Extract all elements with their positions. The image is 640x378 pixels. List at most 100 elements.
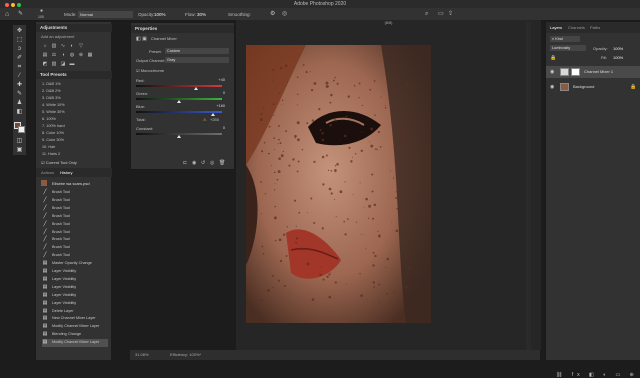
brightness-adjustment-icon[interactable]: ☼ <box>42 43 48 49</box>
history-item[interactable]: ▤ Layer Visibility <box>42 276 108 284</box>
tool-preset-item[interactable]: 9. Color 30% <box>42 138 64 142</box>
tool-preset-item[interactable]: 2. D&B 2% <box>42 89 61 93</box>
history-item[interactable]: ▤ Layer Visibility <box>42 292 108 300</box>
delete-icon[interactable]: 🗑 <box>219 160 225 166</box>
levels-adjustment-icon[interactable]: ▥ <box>51 43 57 49</box>
curves-adjustment-icon[interactable]: ∿ <box>60 43 66 49</box>
threshold-adjustment-icon[interactable]: ◪ <box>60 61 66 67</box>
monochrome-checkbox[interactable]: ☑ Monochrome <box>136 68 164 73</box>
layer-opacity-value[interactable]: 100% <box>613 46 623 51</box>
screen-mode-icon[interactable]: ▣ <box>15 146 24 154</box>
tab-history[interactable]: History <box>60 170 72 175</box>
slider-track[interactable] <box>136 85 222 87</box>
tab-paths[interactable]: Paths <box>590 25 600 30</box>
history-snapshot-name[interactable]: Elisebe wa scars.psd <box>52 181 90 186</box>
quick-select-tool-icon[interactable]: ✐ <box>15 54 24 62</box>
history-item[interactable]: ╱ Brush Tool <box>42 236 108 244</box>
slider-value[interactable]: 0 <box>211 91 225 95</box>
preset-dropdown[interactable]: Custom <box>165 48 229 54</box>
history-item[interactable]: ▤ Master Opacity Change <box>42 260 108 268</box>
history-item[interactable]: ╱ Brush Tool <box>42 229 108 237</box>
layer-mask-thumbnail[interactable] <box>571 68 580 76</box>
slider-value[interactable]: +160 <box>211 104 225 108</box>
brush-tool-icon-active[interactable]: ✎ <box>15 90 24 98</box>
posterize-adjustment-icon[interactable]: ▨ <box>51 61 57 67</box>
reset-icon[interactable]: ↺ <box>201 160 205 166</box>
lock-icon[interactable]: 🔒 <box>550 55 556 61</box>
visibility-eye-icon[interactable]: ◎ <box>210 160 214 166</box>
slider-value[interactable]: 0 <box>211 126 225 130</box>
marquee-tool-icon[interactable]: ⬚ <box>15 36 24 44</box>
layer-actions-bar[interactable]: ⛓ fx ◧ ◐ ▭ ⊕ 🗑 <box>556 372 640 378</box>
history-item[interactable]: ╱ Brush Tool <box>42 189 108 197</box>
slider-thumb[interactable] <box>194 87 199 90</box>
history-item[interactable]: ╱ Brush Tool <box>42 205 108 213</box>
quick-mask-icon[interactable]: ◫ <box>15 137 24 145</box>
tool-preset-item[interactable]: 4. White 10% <box>42 103 65 107</box>
vibrance-adjustment-icon[interactable]: ▽ <box>78 43 84 49</box>
black-white-adjustment-icon[interactable]: ◑ <box>60 52 66 58</box>
color-balance-adjustment-icon[interactable]: ⚖ <box>51 52 57 58</box>
mode-dropdown[interactable]: Normal <box>78 11 133 18</box>
tool-preset-item[interactable]: 1. D&B 1% <box>42 82 61 86</box>
color-lookup-adjustment-icon[interactable]: ▦ <box>87 52 93 58</box>
visibility-eye-icon[interactable]: ◉ <box>550 81 556 93</box>
history-item[interactable]: ╱ Brush Tool <box>42 244 108 252</box>
document-tab[interactable]: (8/8) <box>236 20 541 26</box>
slider-thumb[interactable] <box>177 100 181 103</box>
snapshot-thumbnail[interactable] <box>41 180 47 186</box>
history-item[interactable]: ▤ Layer Visibility <box>42 284 108 292</box>
eraser-tool-icon[interactable]: ◧ <box>15 108 24 116</box>
crop-tool-icon[interactable]: ⌗ <box>15 63 24 71</box>
slider-thumb[interactable] <box>211 113 216 116</box>
tab-actions[interactable]: Actions <box>41 170 54 175</box>
slider-track[interactable] <box>136 111 222 113</box>
slider-value[interactable]: +40 <box>211 78 225 82</box>
photo-filter-adjustment-icon[interactable]: ◍ <box>69 52 75 58</box>
output-channel-dropdown[interactable]: Gray <box>165 57 229 63</box>
layer-row[interactable]: ◉ Channel Mixer 1 <box>546 66 640 78</box>
current-tool-only-checkbox[interactable]: ☑ Current Tool Only <box>41 160 77 165</box>
flow-value[interactable]: 30% <box>197 8 206 21</box>
history-item[interactable]: ╱ Brush Tool <box>42 213 108 221</box>
clip-to-layer-icon[interactable]: ⊏ <box>183 160 187 166</box>
layer-fill-value[interactable]: 100% <box>613 55 623 60</box>
blend-mode-dropdown[interactable]: Luminosity <box>550 45 586 51</box>
zoom-level[interactable]: 31.08% <box>135 350 149 360</box>
layer-filter-kind[interactable]: ⌕ Kind <box>550 36 580 42</box>
history-item[interactable]: ▤ New Channel Mixer Layer <box>42 315 108 323</box>
slider-thumb[interactable] <box>177 135 181 138</box>
hue-saturation-adjustment-icon[interactable]: ▤ <box>42 52 48 58</box>
view-previous-icon[interactable]: ◉ <box>192 160 196 166</box>
lasso-tool-icon[interactable]: ↄ <box>15 45 24 53</box>
tool-preset-item[interactable]: 3. D&B 3% <box>42 96 61 100</box>
layer-row[interactable]: ◉ Background 🔒 <box>546 81 640 93</box>
visibility-eye-icon[interactable]: ◉ <box>550 66 556 78</box>
history-item[interactable]: ▤ Layer Visibility <box>42 268 108 276</box>
move-tool-icon[interactable]: ✥ <box>15 27 24 35</box>
tab-channels[interactable]: Channels <box>568 25 585 30</box>
healing-tool-icon[interactable]: ✚ <box>15 81 24 89</box>
opacity-value[interactable]: 100% <box>154 8 166 21</box>
history-item[interactable]: ╱ Brush Tool <box>42 221 108 229</box>
history-item[interactable]: ▤ Modify Channel Mixer Layer <box>42 339 108 347</box>
invert-adjustment-icon[interactable]: ◩ <box>42 61 48 67</box>
home-icon[interactable]: ⌂ <box>5 8 9 21</box>
history-item[interactable]: ╱ Brush Tool <box>42 252 108 260</box>
layer-lock-icon[interactable]: 🔒 <box>630 81 636 93</box>
tool-preset-item[interactable]: 11. Hairs 2 <box>42 152 60 156</box>
exposure-adjustment-icon[interactable]: ◐ <box>69 43 75 49</box>
history-item[interactable]: ▤ Delete Layer <box>42 308 108 316</box>
stamp-tool-icon[interactable]: ♟ <box>15 99 24 107</box>
tool-preset-item[interactable]: 8. Color 10% <box>42 131 64 135</box>
history-item[interactable]: ▤ Modify Channel Mixer Layer <box>42 323 108 331</box>
brush-tool-icon[interactable]: ✎ <box>18 8 23 21</box>
history-item[interactable]: ╱ Brush Tool <box>42 197 108 205</box>
tool-preset-item[interactable]: 7. 100% hard <box>42 124 65 128</box>
background-color-swatch[interactable] <box>18 126 25 133</box>
history-item[interactable]: ▤ Layer Visibility <box>42 300 108 308</box>
eyedropper-tool-icon[interactable]: ⁄ <box>15 72 24 80</box>
tool-preset-item[interactable]: 5. White 30% <box>42 110 65 114</box>
history-item[interactable]: ▤ Blending Change <box>42 331 108 339</box>
gradient-map-adjustment-icon[interactable]: ▬ <box>69 61 75 67</box>
